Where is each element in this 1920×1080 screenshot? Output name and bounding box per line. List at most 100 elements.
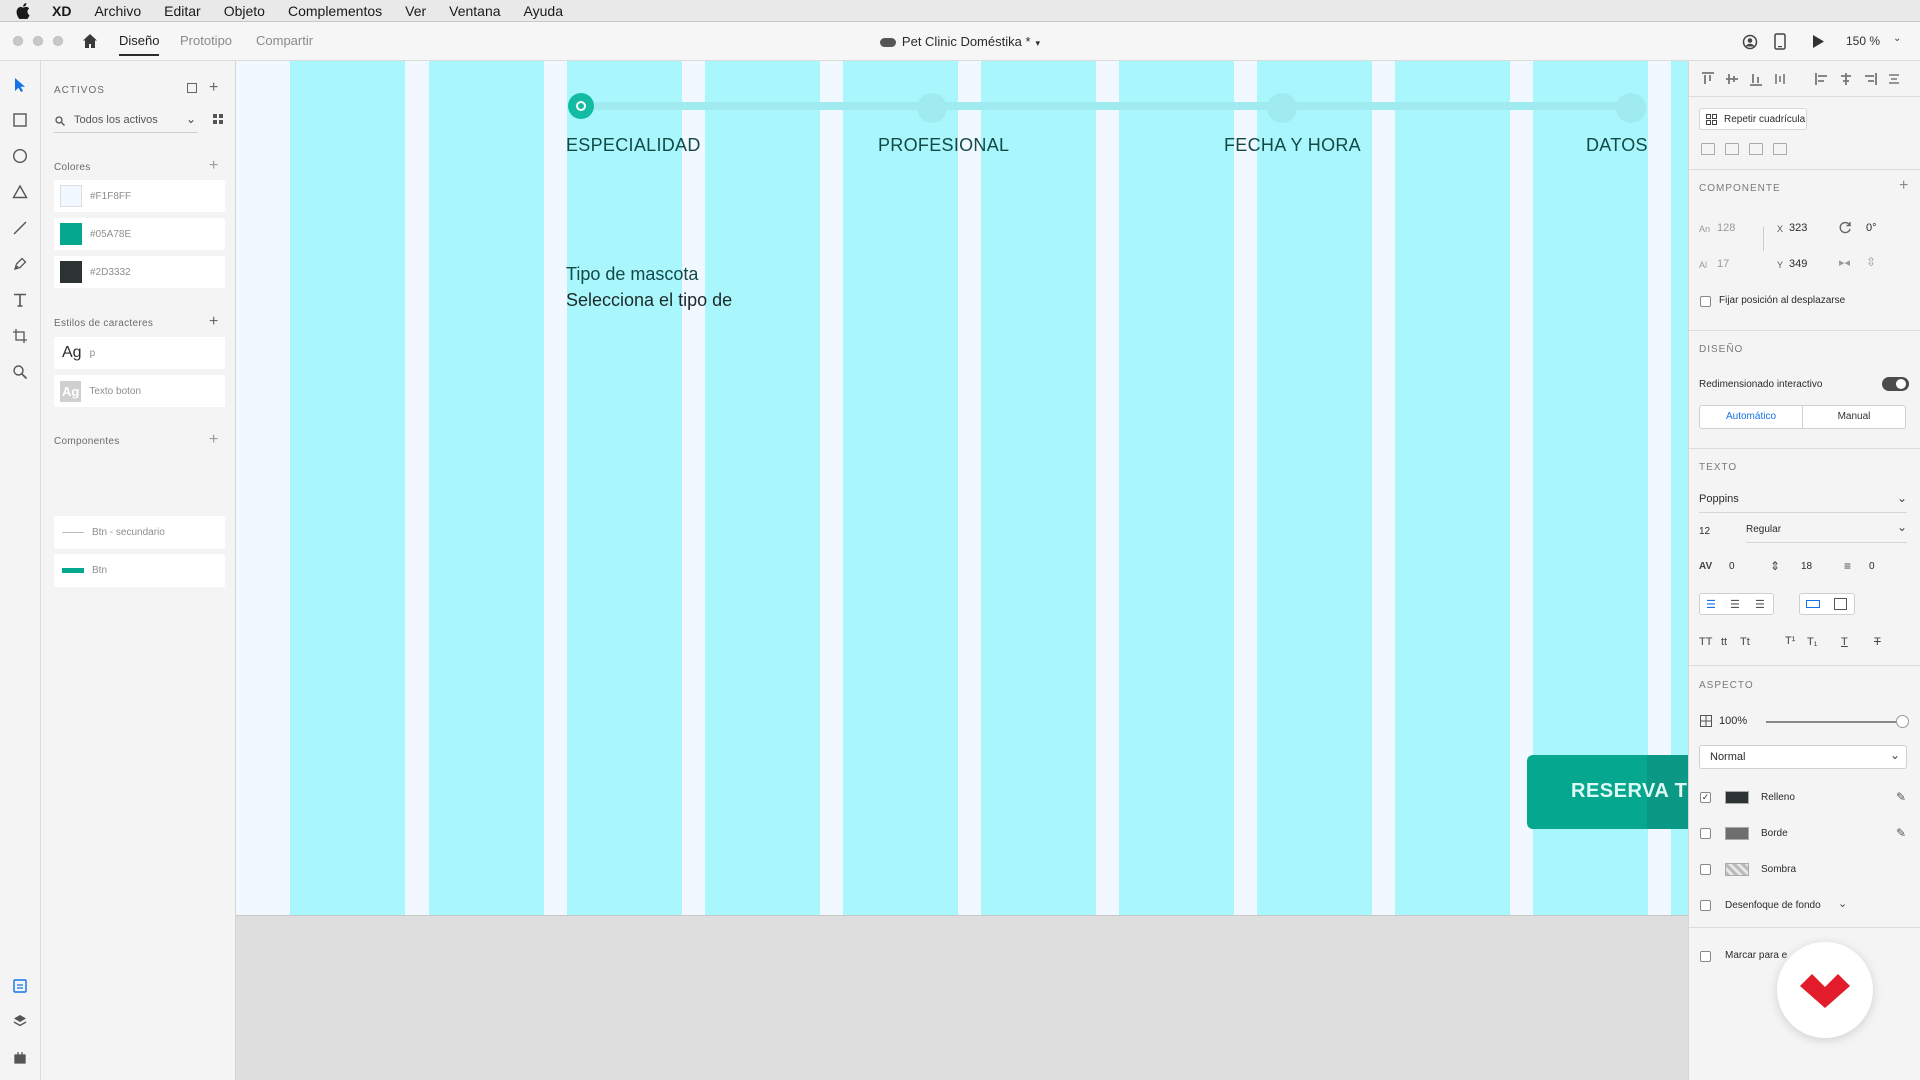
step-dot[interactable] [917, 93, 947, 123]
char-style-card[interactable]: Ag p [54, 337, 225, 369]
char-spacing-input[interactable]: 0 [1729, 561, 1735, 572]
artboard-icon[interactable] [8, 324, 32, 348]
align-middle-icon[interactable] [1725, 72, 1739, 86]
distribute-vertical-icon[interactable] [1773, 72, 1787, 86]
line-spacing-input[interactable]: 18 [1801, 561, 1812, 572]
play-icon[interactable] [1811, 34, 1825, 49]
tab-diseno[interactable]: Diseño [119, 33, 160, 56]
add-color-icon[interactable]: + [209, 158, 218, 174]
artboard[interactable]: ESPECIALIDAD PROFESIONAL FECHA Y HORA DA… [236, 61, 1688, 915]
align-top-icon[interactable] [1701, 72, 1715, 86]
pen-icon[interactable] [8, 252, 32, 276]
grid-view-icon[interactable] [213, 114, 223, 124]
ellipse-icon[interactable] [8, 144, 32, 168]
font-size-input[interactable]: 12 [1699, 526, 1710, 537]
apple-icon[interactable] [16, 2, 30, 19]
menu-complementos[interactable]: Complementos [288, 3, 382, 19]
assets-search-input[interactable]: Todos los activos ⌄ [54, 111, 198, 133]
menu-objeto[interactable]: Objeto [224, 3, 265, 19]
link-proportions-icon[interactable] [1763, 227, 1764, 251]
zoom-level[interactable]: 150 % [1846, 34, 1880, 48]
component-card[interactable]: Btn - secundario [54, 516, 225, 549]
boolean-exclude-icon[interactable] [1773, 143, 1787, 155]
line-icon[interactable] [8, 216, 32, 240]
border-checkbox[interactable] [1700, 828, 1711, 839]
zoom-icon[interactable] [8, 360, 32, 384]
uppercase-icon[interactable]: TT [1699, 636, 1712, 648]
mark-export-checkbox[interactable] [1700, 951, 1711, 962]
color-swatch-card[interactable]: #2D3332 [54, 256, 225, 288]
step-dot-active[interactable] [568, 93, 594, 119]
close-window-button[interactable] [13, 36, 23, 46]
color-swatch-card[interactable]: #05A78E [54, 218, 225, 250]
section-heading[interactable]: Tipo de mascota [566, 264, 698, 285]
device-preview-icon[interactable] [1774, 33, 1786, 50]
flip-vertical-icon[interactable]: ⇳ [1866, 255, 1876, 269]
app-menu[interactable]: XD [52, 3, 71, 19]
width-input[interactable]: 128 [1717, 222, 1735, 234]
repeat-grid-button[interactable]: Repetir cuadrícula [1699, 108, 1807, 130]
eyedropper-icon[interactable]: ✎ [1896, 826, 1906, 840]
text-align-left-icon[interactable]: ☰ [1706, 598, 1716, 611]
height-input[interactable]: 17 [1717, 258, 1729, 270]
fill-color-swatch[interactable] [1725, 791, 1749, 804]
tab-compartir[interactable]: Compartir [256, 33, 313, 48]
home-icon[interactable] [82, 33, 98, 49]
document-title[interactable]: Pet Clinic Doméstika * [902, 34, 1031, 49]
share-user-icon[interactable] [1742, 34, 1758, 50]
flip-horizontal-icon[interactable]: ▸◂ [1839, 256, 1850, 269]
add-char-style-icon[interactable]: + [209, 314, 218, 330]
align-left-icon[interactable] [1815, 72, 1829, 86]
background-blur-checkbox[interactable] [1700, 900, 1711, 911]
menu-ayuda[interactable]: Ayuda [524, 3, 563, 19]
superscript-icon[interactable]: T¹ [1785, 635, 1795, 647]
titlecase-icon[interactable]: Tt [1740, 636, 1750, 648]
menu-ventana[interactable]: Ventana [449, 3, 500, 19]
add-asset-icon[interactable]: + [209, 80, 218, 96]
menu-editar[interactable]: Editar [164, 3, 201, 19]
filter-chevron-icon[interactable]: ⌄ [186, 112, 196, 126]
rectangle-icon[interactable] [8, 108, 32, 132]
fix-position-checkbox[interactable] [1700, 296, 1711, 307]
fill-checkbox[interactable]: ✓ [1700, 792, 1711, 803]
chevron-down-icon[interactable]: ⌄ [1838, 897, 1847, 910]
select-icon[interactable] [8, 73, 32, 97]
boolean-intersect-icon[interactable] [1749, 143, 1763, 155]
text-align-right-icon[interactable]: ☰ [1755, 598, 1765, 611]
minimize-window-button[interactable] [33, 36, 43, 46]
assets-panel-icon[interactable] [8, 974, 32, 998]
library-icon[interactable] [187, 83, 197, 93]
layers-icon[interactable] [8, 1009, 32, 1033]
font-family-select[interactable]: Poppins ⌄ [1699, 491, 1907, 513]
plugins-icon[interactable] [8, 1045, 32, 1069]
pasteboard[interactable] [236, 915, 1688, 1080]
x-input[interactable]: 323 [1789, 222, 1807, 234]
text-align-center-icon[interactable]: ☰ [1730, 598, 1740, 611]
shadow-checkbox[interactable] [1700, 864, 1711, 875]
paragraph-spacing-input[interactable]: 0 [1869, 561, 1875, 572]
add-state-icon[interactable]: + [1899, 178, 1908, 194]
y-input[interactable]: 349 [1789, 258, 1807, 270]
align-center-icon[interactable] [1839, 72, 1853, 86]
zoom-chevron-icon[interactable]: ⌄ [1893, 33, 1901, 44]
strikethrough-icon[interactable]: T [1874, 636, 1881, 648]
fixed-size-icon[interactable] [1834, 598, 1847, 610]
add-component-icon[interactable]: + [209, 432, 218, 448]
rotation-input[interactable]: 0° [1866, 222, 1877, 234]
reserve-cta-button[interactable]: RESERVA T [1527, 755, 1688, 829]
shadow-color-swatch[interactable] [1725, 863, 1749, 876]
boolean-add-icon[interactable] [1701, 143, 1715, 155]
align-right-icon[interactable] [1863, 72, 1877, 86]
polygon-icon[interactable] [8, 180, 32, 204]
border-color-swatch[interactable] [1725, 827, 1749, 840]
section-subheading[interactable]: Selecciona el tipo de [566, 290, 732, 311]
auto-resize-tab[interactable]: Automático [1700, 406, 1803, 428]
eyedropper-icon[interactable]: ✎ [1896, 790, 1906, 804]
zoom-window-button[interactable] [53, 36, 63, 46]
subscript-icon[interactable]: T₁ [1807, 636, 1817, 648]
opacity-slider-thumb[interactable] [1896, 715, 1909, 728]
underline-icon[interactable]: T [1841, 636, 1848, 648]
distribute-horizontal-icon[interactable] [1887, 72, 1901, 86]
boolean-subtract-icon[interactable] [1725, 143, 1739, 155]
manual-resize-tab[interactable]: Manual [1803, 406, 1905, 428]
